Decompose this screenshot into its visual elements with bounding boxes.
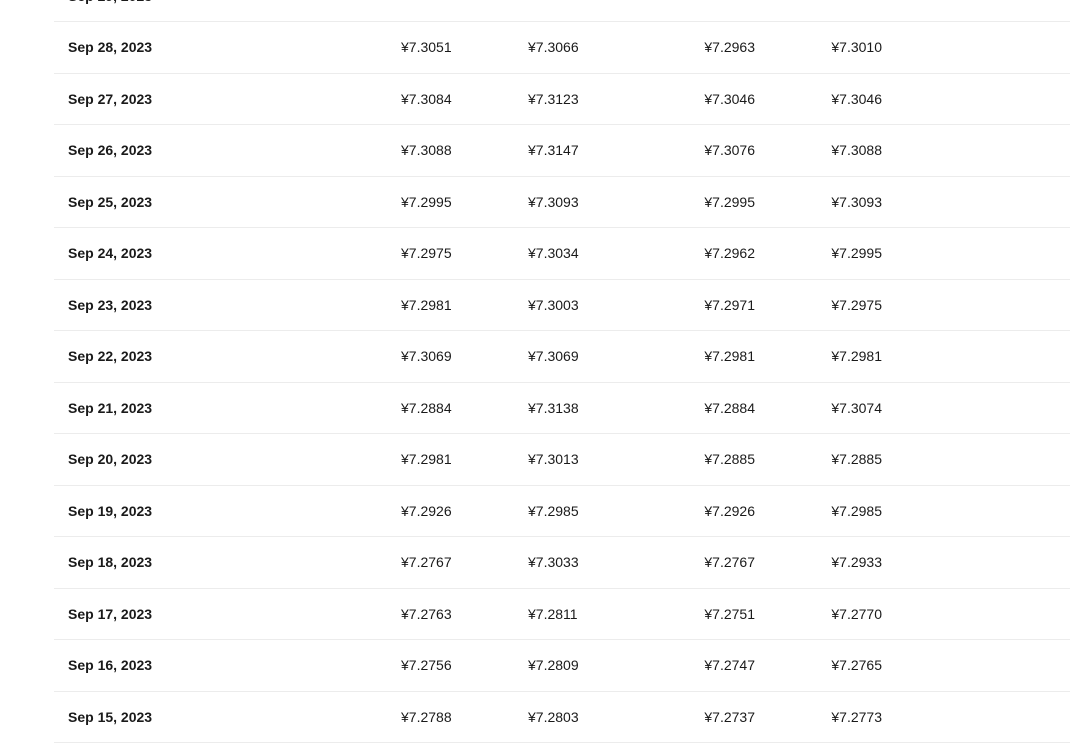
low-cell: ¥7.2971	[704, 297, 755, 313]
table-row: Sep 16, 2023 ¥7.2756 ¥7.2809 ¥7.2747 ¥7.2765	[54, 640, 1070, 692]
open-cell: ¥7.2981	[401, 297, 452, 313]
high-cell: ¥7.3138	[528, 400, 579, 416]
date-cell: Sep 23, 2023	[68, 297, 152, 313]
table-row: Sep 26, 2023 ¥7.3088 ¥7.3147 ¥7.3076 ¥7.3088	[54, 125, 1070, 177]
date-cell: Sep 17, 2023	[68, 606, 152, 622]
table-row: Sep 18, 2023 ¥7.2767 ¥7.3033 ¥7.2767 ¥7.2933	[54, 537, 1070, 589]
high-cell: ¥7.3034	[528, 245, 579, 261]
close-cell: ¥7.3010	[831, 39, 882, 55]
high-cell: ¥7.3123	[528, 91, 579, 107]
date-cell: Sep 26, 2023	[68, 142, 152, 158]
close-cell: ¥7.2770	[831, 606, 882, 622]
close-cell: ¥7.2765	[831, 657, 882, 673]
open-cell: ¥7.2975	[401, 245, 452, 261]
table-row: Sep 22, 2023 ¥7.3069 ¥7.3069 ¥7.2981 ¥7.2981	[54, 331, 1070, 383]
date-cell: Sep 28, 2023	[68, 39, 152, 55]
table-row: Sep 15, 2023 ¥7.2788 ¥7.2803 ¥7.2737 ¥7.2773	[54, 692, 1070, 743]
open-cell: ¥7.3088	[401, 142, 452, 158]
date-cell: Sep 22, 2023	[68, 348, 152, 364]
open-cell: ¥7.2756	[401, 657, 452, 673]
date-cell: Sep 29, 2023	[68, 0, 152, 4]
close-cell: ¥7.2981	[831, 348, 882, 364]
high-cell: ¥7.2809	[528, 657, 579, 673]
low-cell: ¥7.2884	[704, 400, 755, 416]
high-cell: ¥7.3003	[528, 297, 579, 313]
table-row: Sep 20, 2023 ¥7.2981 ¥7.3013 ¥7.2885 ¥7.2885	[54, 434, 1070, 486]
date-cell: Sep 24, 2023	[68, 245, 152, 261]
low-cell: ¥7.2926	[704, 503, 755, 519]
price-history-table: Sep 29, 2023 Sep 28, 2023 ¥7.3051 ¥7.3066 ¥7…	[54, 0, 1070, 743]
high-cell: ¥7.2811	[528, 606, 578, 622]
close-cell: ¥7.3046	[831, 91, 882, 107]
table-row: Sep 24, 2023 ¥7.2975 ¥7.3034 ¥7.2962 ¥7.2995	[54, 228, 1070, 280]
high-cell: ¥7.2985	[528, 503, 579, 519]
open-cell: ¥7.2767	[401, 554, 452, 570]
close-cell: ¥7.2975	[831, 297, 882, 313]
high-cell: ¥7.3033	[528, 554, 579, 570]
close-cell: ¥7.2995	[831, 245, 882, 261]
open-cell: ¥7.3051	[401, 39, 452, 55]
low-cell: ¥7.2885	[704, 451, 755, 467]
date-cell: Sep 18, 2023	[68, 554, 152, 570]
high-cell: ¥7.3013	[528, 451, 579, 467]
low-cell: ¥7.2747	[704, 657, 755, 673]
low-cell: ¥7.2995	[704, 194, 755, 210]
close-cell: ¥7.2933	[831, 554, 882, 570]
table-row: Sep 17, 2023 ¥7.2763 ¥7.2811 ¥7.2751 ¥7.2770	[54, 589, 1070, 641]
high-cell: ¥7.2803	[528, 709, 579, 725]
high-cell: ¥7.3093	[528, 194, 579, 210]
date-cell: Sep 19, 2023	[68, 503, 152, 519]
low-cell: ¥7.3046	[704, 91, 755, 107]
high-cell: ¥7.3069	[528, 348, 579, 364]
low-cell: ¥7.2767	[704, 554, 755, 570]
open-cell: ¥7.2995	[401, 194, 452, 210]
close-cell: ¥7.3074	[831, 400, 882, 416]
open-cell: ¥7.2763	[401, 606, 452, 622]
date-cell: Sep 15, 2023	[68, 709, 152, 725]
low-cell: ¥7.2963	[704, 39, 755, 55]
close-cell: ¥7.3093	[831, 194, 882, 210]
table-row: Sep 29, 2023	[54, 0, 1070, 22]
table-row: Sep 28, 2023 ¥7.3051 ¥7.3066 ¥7.2963 ¥7.3010	[54, 22, 1070, 74]
table-row: Sep 23, 2023 ¥7.2981 ¥7.3003 ¥7.2971 ¥7.2975	[54, 280, 1070, 332]
date-cell: Sep 20, 2023	[68, 451, 152, 467]
open-cell: ¥7.3084	[401, 91, 452, 107]
low-cell: ¥7.2751	[704, 606, 755, 622]
low-cell: ¥7.2962	[704, 245, 755, 261]
date-cell: Sep 21, 2023	[68, 400, 152, 416]
close-cell: ¥7.3088	[831, 142, 882, 158]
date-cell: Sep 16, 2023	[68, 657, 152, 673]
open-cell: ¥7.2926	[401, 503, 452, 519]
close-cell: ¥7.2885	[831, 451, 882, 467]
open-cell: ¥7.2884	[401, 400, 452, 416]
date-cell: Sep 27, 2023	[68, 91, 152, 107]
date-cell: Sep 25, 2023	[68, 194, 152, 210]
table-row: Sep 27, 2023 ¥7.3084 ¥7.3123 ¥7.3046 ¥7.3046	[54, 74, 1070, 126]
close-cell: ¥7.2773	[831, 709, 882, 725]
low-cell: ¥7.2737	[704, 709, 755, 725]
open-cell: ¥7.2788	[401, 709, 452, 725]
low-cell: ¥7.3076	[704, 142, 755, 158]
table-row: Sep 21, 2023 ¥7.2884 ¥7.3138 ¥7.2884 ¥7.3074	[54, 383, 1070, 435]
open-cell: ¥7.2981	[401, 451, 452, 467]
high-cell: ¥7.3147	[528, 142, 579, 158]
open-cell: ¥7.3069	[401, 348, 452, 364]
table-row: Sep 19, 2023 ¥7.2926 ¥7.2985 ¥7.2926 ¥7.2985	[54, 486, 1070, 538]
close-cell: ¥7.2985	[831, 503, 882, 519]
table-row: Sep 25, 2023 ¥7.2995 ¥7.3093 ¥7.2995 ¥7.3093	[54, 177, 1070, 229]
low-cell: ¥7.2981	[704, 348, 755, 364]
high-cell: ¥7.3066	[528, 39, 579, 55]
